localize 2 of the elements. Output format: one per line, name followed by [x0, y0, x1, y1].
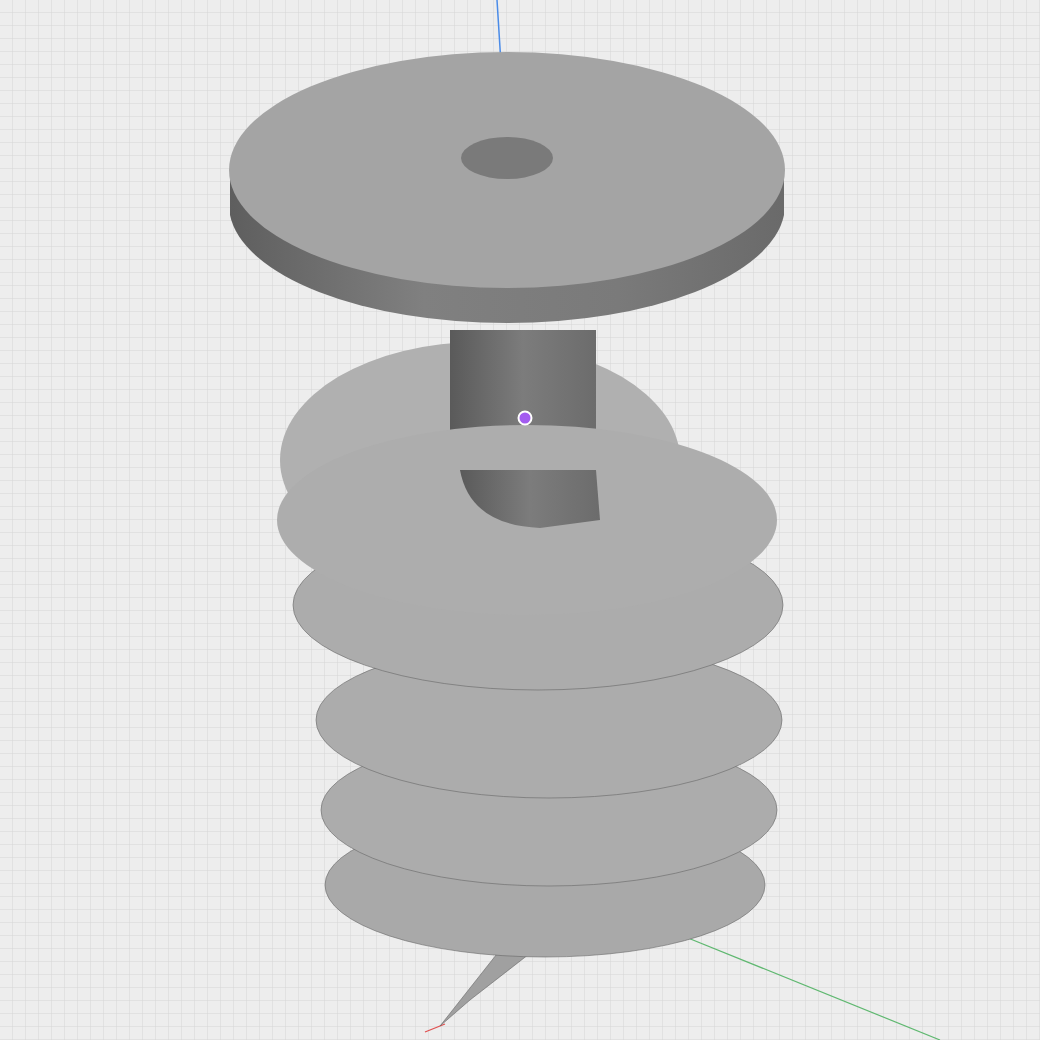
pivot-point[interactable]: [517, 410, 533, 426]
y-axis-line: [424, 1023, 446, 1033]
